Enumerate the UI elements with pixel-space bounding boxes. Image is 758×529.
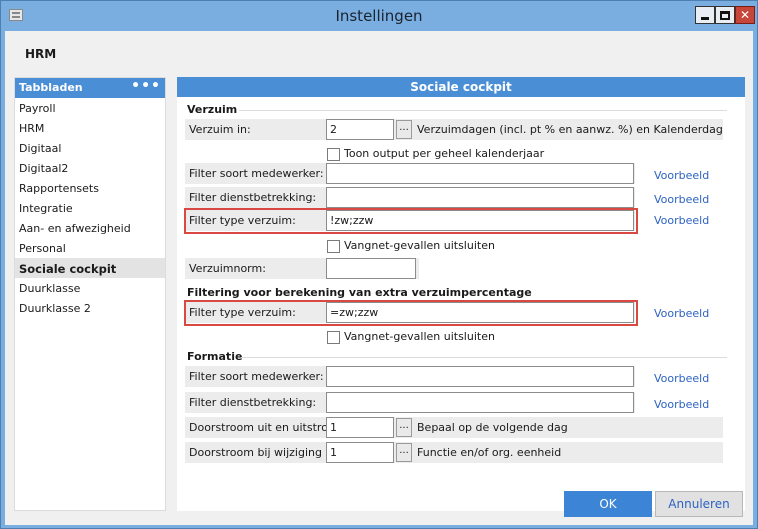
section-divider [241,357,727,358]
filter-dienst-voorbeeld-link[interactable]: Voorbeeld [654,193,709,206]
maximize-button[interactable] [715,6,735,24]
sidebar-header-label: Tabbladen [19,81,83,94]
section-verzuim: Verzuim [187,103,238,116]
row-filter-soort: Filter soort medewerker: [185,163,635,184]
sidebar-item-payroll[interactable]: Payroll [15,98,165,118]
doorstroom-description: Bepaal op de volgende dag [417,421,568,434]
filter-type-voorbeeld-link[interactable]: Voorbeeld [654,214,709,227]
sidebar-item-digitaal[interactable]: Digitaal [15,138,165,158]
doorstroom-wijziging-description: Functie en/of org. eenheid [417,446,562,459]
sidebar-item-integratie[interactable]: Integratie [15,198,165,218]
panel-title: Sociale cockpit [177,77,745,97]
sidebar-item-hrm[interactable]: HRM [15,118,165,138]
settings-window: Instellingen ✕ HRM Tabbladen ••• Payroll… [0,0,758,529]
minimize-icon [701,16,709,20]
sidebar-item-digitaal2[interactable]: Digitaal2 [15,158,165,178]
ok-button[interactable]: OK [564,491,652,517]
verzuim-in-description: Verzuimdagen (incl. pt % en aanwz. %) en… [417,123,723,136]
window-title: Instellingen [335,7,423,25]
formatie-soort-input[interactable] [326,366,634,387]
sidebar-item-duurklasse-2[interactable]: Duurklasse 2 [15,298,165,318]
toon-output-checkbox[interactable] [327,148,340,161]
close-button[interactable]: ✕ [735,6,755,24]
module-title: HRM [25,47,57,61]
sidebar-item-sociale-cockpit[interactable]: Sociale cockpit [15,258,165,278]
row-verzuimnorm: Verzuimnorm: [185,258,419,279]
verzuim-in-picker-button[interactable]: ... [396,120,412,139]
row-filter-dienst: Filter dienstbetrekking: [185,187,635,208]
vangnet-label: Vangnet-gevallen uitsluiten [344,239,495,252]
minimize-button[interactable] [695,6,715,24]
sidebar-item-duurklasse[interactable]: Duurklasse [15,278,165,298]
close-icon: ✕ [739,8,751,22]
formatie-soort-label: Filter soort medewerker: [189,370,324,383]
filter-dienst-input[interactable] [326,187,634,208]
filter-soort-voorbeeld-link[interactable]: Voorbeeld [654,169,709,182]
doorstroom-picker-button[interactable]: ... [396,418,412,437]
highlight-box [184,208,638,234]
doorstroom-input[interactable]: 1 [326,417,394,438]
filtering-vangnet-checkbox[interactable] [327,331,340,344]
filtering-vangnet-label: Vangnet-gevallen uitsluiten [344,330,495,343]
sidebar-list: Payroll HRM Digitaal Digitaal2 Rapportensets… [15,98,165,318]
doorstroom-wijziging-input[interactable]: 1 [326,442,394,463]
filtering-type-voorbeeld-link[interactable]: Voorbeeld [654,307,709,320]
verzuimnorm-label: Verzuimnorm: [189,262,266,275]
sidebar-item-rapportensets[interactable]: Rapportensets [15,178,165,198]
row-verzuim-in: Verzuim in: 2 ... Verzuimdagen (incl. pt… [185,119,723,140]
section-divider [239,110,727,111]
dialog-body: HRM Tabbladen ••• Payroll HRM Digitaal Digi… [5,31,753,525]
sidebar-item-aan-en-afwezigheid[interactable]: Aan- en afwezigheid [15,218,165,238]
section-formatie: Formatie [187,350,243,363]
formatie-soort-voorbeeld-link[interactable]: Voorbeeld [654,372,709,385]
sidebar-header: Tabbladen ••• [15,78,165,98]
doorstroom-wijziging-picker-button[interactable]: ... [396,443,412,462]
formatie-dienst-label: Filter dienstbetrekking: [189,396,317,409]
row-doorstroom: Doorstroom uit en uitstroom: 1 ... Bepaa… [185,417,723,438]
sidebar-item-personal[interactable]: Personal [15,238,165,258]
row-formatie-dienst: Filter dienstbetrekking: [185,392,635,413]
filter-soort-input[interactable] [326,163,634,184]
vangnet-checkbox[interactable] [327,240,340,253]
more-options-icon[interactable]: ••• [131,78,161,94]
sociale-cockpit-panel: Sociale cockpit Verzuim Verzuim in: 2 ..… [177,77,745,511]
formatie-dienst-input[interactable] [326,392,634,413]
verzuim-in-input[interactable]: 2 [326,119,394,140]
formatie-dienst-voorbeeld-link[interactable]: Voorbeeld [654,398,709,411]
title-bar[interactable]: Instellingen ✕ [1,1,757,31]
section-filtering: Filtering voor berekening van extra verz… [187,286,532,299]
toon-output-label: Toon output per geheel kalenderjaar [344,147,545,160]
highlight-box [184,300,638,326]
maximize-icon [720,10,730,20]
filter-soort-label: Filter soort medewerker: [189,167,324,180]
row-formatie-soort: Filter soort medewerker: [185,366,635,387]
verzuimnorm-input[interactable] [326,258,416,279]
row-doorstroom-wijziging: Doorstroom bij wijziging van: 1 ... Func… [185,442,723,463]
verzuim-in-label: Verzuim in: [189,123,251,136]
filter-dienst-label: Filter dienstbetrekking: [189,191,317,204]
cancel-button[interactable]: Annuleren [655,491,743,517]
tab-sidebar: Tabbladen ••• Payroll HRM Digitaal Digitaal… [14,77,166,511]
